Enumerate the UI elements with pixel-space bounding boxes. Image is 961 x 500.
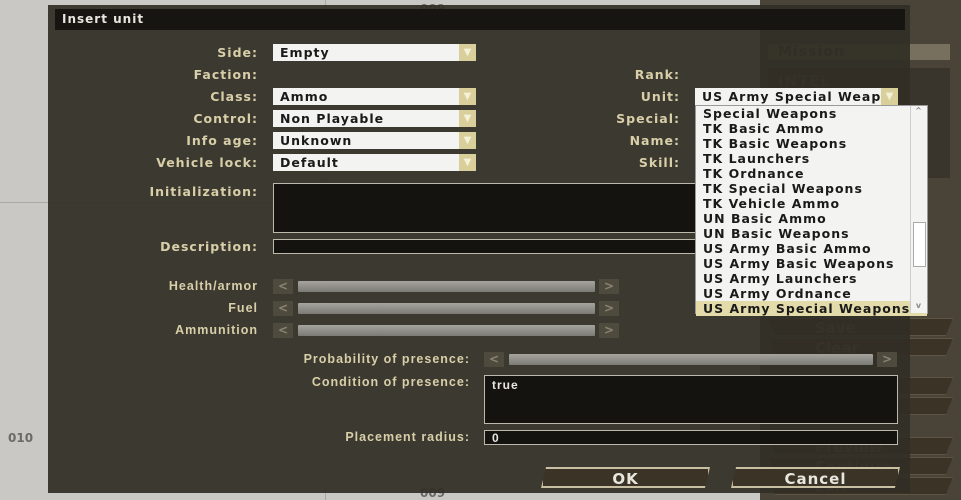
chevron-down-icon[interactable]: ▼ bbox=[459, 110, 476, 127]
side-combo[interactable]: Empty ▼ bbox=[273, 44, 476, 61]
health-label: Health/armor bbox=[168, 279, 258, 293]
vehicle-lock-combo[interactable]: Default ▼ bbox=[273, 154, 476, 171]
chevron-left-icon[interactable]: < bbox=[484, 352, 504, 367]
condition-input[interactable]: true bbox=[484, 375, 898, 424]
info-age-label: Info age: bbox=[186, 133, 258, 148]
initialization-input[interactable] bbox=[273, 183, 703, 233]
class-label: Class: bbox=[210, 89, 258, 104]
unit-list-item[interactable]: TK Vehicle Ammo bbox=[696, 196, 927, 211]
chevron-up-icon[interactable]: ^ bbox=[911, 106, 927, 118]
probability-label: Probability of presence: bbox=[303, 352, 470, 366]
unit-list-item[interactable]: TK Ordnance bbox=[696, 166, 927, 181]
scrollbar-thumb[interactable] bbox=[913, 221, 926, 267]
initialization-label: Initialization: bbox=[149, 184, 258, 199]
side-value: Empty bbox=[280, 45, 330, 60]
skill-label: Skill: bbox=[638, 155, 680, 170]
placement-radius-label: Placement radius: bbox=[345, 430, 470, 444]
vehicle-lock-label: Vehicle lock: bbox=[156, 155, 258, 170]
fuel-slider[interactable] bbox=[298, 303, 595, 314]
chevron-right-icon[interactable]: > bbox=[599, 279, 619, 294]
unit-list-item[interactable]: TK Launchers bbox=[696, 151, 927, 166]
scrollbar[interactable]: ^ v bbox=[910, 106, 927, 313]
special-label: Special: bbox=[616, 111, 680, 126]
chevron-down-icon[interactable]: ▼ bbox=[459, 88, 476, 105]
probability-slider[interactable] bbox=[509, 354, 873, 365]
unit-list-item[interactable]: UN Basic Weapons bbox=[696, 226, 927, 241]
unit-list-item[interactable]: TK Special Weapons bbox=[696, 181, 927, 196]
class-combo[interactable]: Ammo ▼ bbox=[273, 88, 476, 105]
unit-list-item[interactable]: US Army Special Weapons bbox=[696, 301, 927, 316]
unit-value: US Army Special Weapons bbox=[702, 89, 898, 104]
unit-list-item[interactable]: US Army Launchers bbox=[696, 271, 927, 286]
side-label: Side: bbox=[217, 45, 258, 60]
ok-button[interactable]: OK bbox=[541, 467, 710, 488]
control-combo[interactable]: Non Playable ▼ bbox=[273, 110, 476, 127]
cancel-button[interactable]: Cancel bbox=[731, 467, 900, 488]
chevron-down-icon[interactable]: ▼ bbox=[459, 132, 476, 149]
control-label: Control: bbox=[193, 111, 258, 126]
unit-list-item[interactable]: Special Weapons bbox=[696, 106, 927, 121]
name-label: Name: bbox=[629, 133, 680, 148]
chevron-down-icon[interactable]: ▼ bbox=[459, 154, 476, 171]
unit-list-item[interactable]: UN Basic Ammo bbox=[696, 211, 927, 226]
chevron-down-icon[interactable]: ▼ bbox=[881, 88, 898, 105]
class-value: Ammo bbox=[280, 89, 329, 104]
placement-radius-input[interactable]: 0 bbox=[484, 430, 898, 445]
description-label: Description: bbox=[160, 239, 258, 254]
unit-list-item[interactable]: US Army Ordnance bbox=[696, 286, 927, 301]
chevron-right-icon[interactable]: > bbox=[599, 301, 619, 316]
chevron-down-icon[interactable]: v bbox=[911, 301, 927, 313]
unit-list-item[interactable]: US Army Basic Ammo bbox=[696, 241, 927, 256]
health-slider[interactable] bbox=[298, 281, 595, 292]
info-age-combo[interactable]: Unknown ▼ bbox=[273, 132, 476, 149]
unit-list-item[interactable]: US Army Basic Weapons bbox=[696, 256, 927, 271]
chevron-left-icon[interactable]: < bbox=[273, 279, 293, 294]
chevron-right-icon[interactable]: > bbox=[877, 352, 897, 367]
faction-label: Faction: bbox=[193, 67, 258, 82]
chevron-right-icon[interactable]: > bbox=[599, 323, 619, 338]
unit-list-item[interactable]: TK Basic Ammo bbox=[696, 121, 927, 136]
info-age-value: Unknown bbox=[280, 133, 353, 148]
map-label: 010 bbox=[8, 431, 34, 445]
ammunition-slider[interactable] bbox=[298, 325, 595, 336]
description-input[interactable] bbox=[273, 239, 703, 254]
rank-label: Rank: bbox=[634, 67, 680, 82]
unit-list-item[interactable]: TK Basic Weapons bbox=[696, 136, 927, 151]
ammunition-label: Ammunition bbox=[175, 323, 258, 337]
control-value: Non Playable bbox=[280, 111, 385, 126]
condition-label: Condition of presence: bbox=[311, 375, 470, 389]
unit-label: Unit: bbox=[640, 89, 680, 104]
unit-combo[interactable]: US Army Special Weapons ▼ bbox=[695, 88, 898, 105]
vehicle-lock-value: Default bbox=[280, 155, 339, 170]
dialog-title: Insert unit bbox=[55, 9, 905, 30]
chevron-left-icon[interactable]: < bbox=[273, 323, 293, 338]
chevron-left-icon[interactable]: < bbox=[273, 301, 293, 316]
unit-dropdown-list: Special Weapons TK Basic Ammo TK Basic Wea… bbox=[695, 105, 928, 316]
chevron-down-icon[interactable]: ▼ bbox=[459, 44, 476, 61]
fuel-label: Fuel bbox=[228, 301, 258, 315]
